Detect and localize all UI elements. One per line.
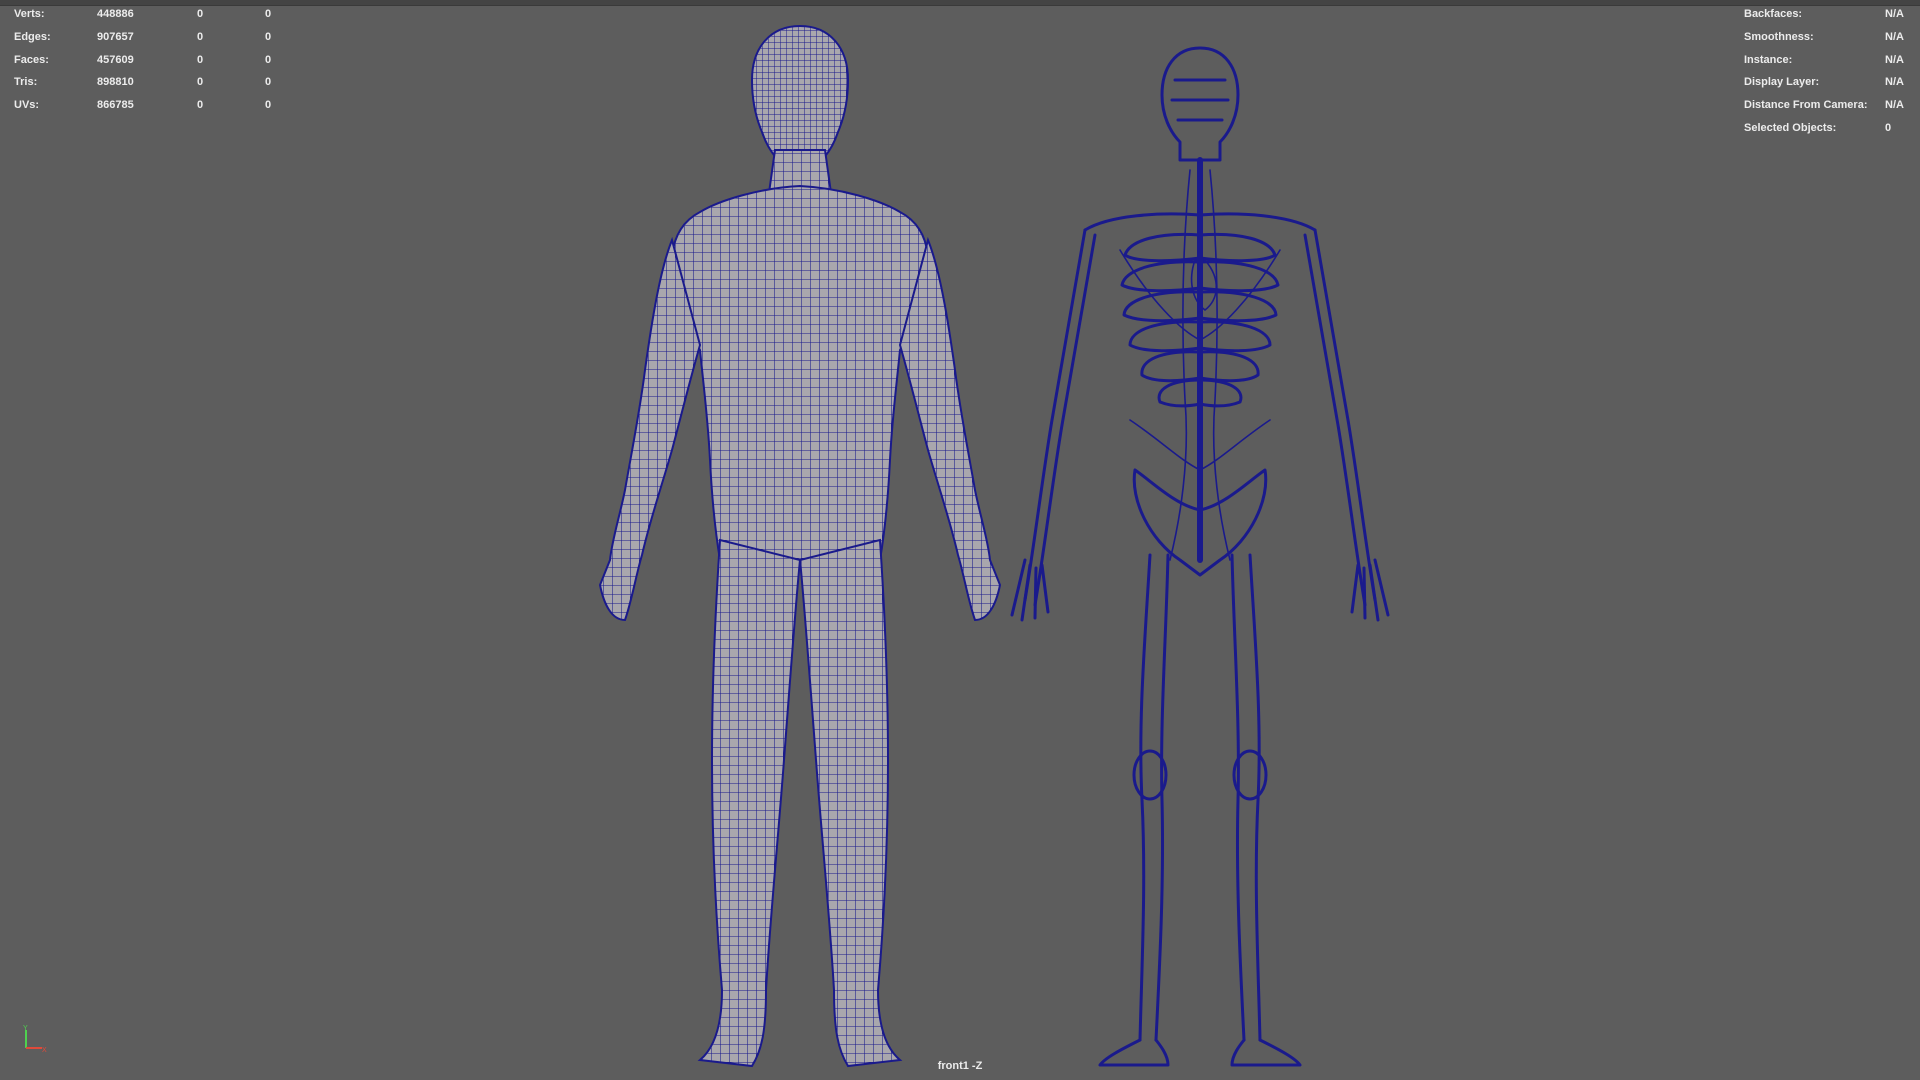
skeleton-wireframe-mesh[interactable] [0,0,1920,1080]
camera-label: front1 -Z [937,1060,983,1072]
view-axis-indicator: Y X [23,1025,47,1054]
axis-x-label: X [42,1047,47,1054]
skeleton-legs [1098,553,1302,1067]
maya-viewport[interactable]: Verts: 448886 0 0 Edges: 907657 0 0 Face… [0,0,1920,1080]
axis-y-label: Y [23,1025,28,1032]
skeleton-skull [1160,46,1240,162]
